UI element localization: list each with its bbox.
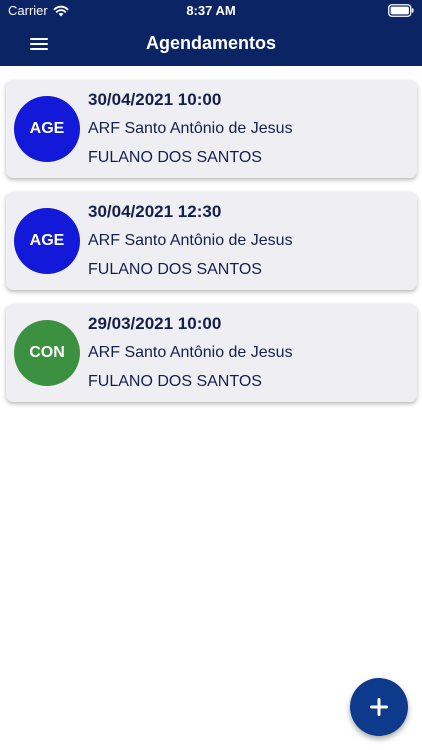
battery-icon <box>388 4 414 17</box>
appointment-place: ARF Santo Antônio de Jesus <box>88 344 293 361</box>
appointment-person: FULANO DOS SANTOS <box>88 149 262 166</box>
add-appointment-button[interactable] <box>350 678 408 736</box>
appointment-person: FULANO DOS SANTOS <box>88 261 262 278</box>
appointments-screen: Carrier 8:37 AM Agendamentos AGE 30/04/2… <box>0 0 422 750</box>
page-title: Agendamentos <box>145 33 277 53</box>
appointment-place: ARF Santo Antônio de Jesus <box>88 120 293 137</box>
menu-button[interactable] <box>26 32 52 56</box>
nav-bar: Agendamentos <box>0 22 422 66</box>
appointment-datetime: 30/04/2021 12:30 <box>88 202 222 221</box>
appointment-datetime: 30/04/2021 10:00 <box>88 90 222 109</box>
appointment-person: FULANO DOS SANTOS <box>88 373 262 390</box>
plus-icon <box>370 698 388 716</box>
appointment-card[interactable]: CON 29/03/2021 10:00 ARF Santo Antônio d… <box>6 304 417 402</box>
status-badge: AGE <box>14 208 80 274</box>
status-bar: Carrier 8:37 AM <box>0 0 422 22</box>
appointment-card[interactable]: AGE 30/04/2021 10:00 ARF Santo Antônio d… <box>6 80 417 178</box>
appointment-datetime: 29/03/2021 10:00 <box>88 314 222 333</box>
status-time: 8:37 AM <box>186 3 236 18</box>
hamburger-menu-icon <box>30 38 48 50</box>
status-badge: CON <box>14 320 80 386</box>
status-badge: AGE <box>14 96 80 162</box>
appointment-card[interactable]: AGE 30/04/2021 12:30 ARF Santo Antônio d… <box>6 192 417 290</box>
appointment-place: ARF Santo Antônio de Jesus <box>88 232 293 249</box>
